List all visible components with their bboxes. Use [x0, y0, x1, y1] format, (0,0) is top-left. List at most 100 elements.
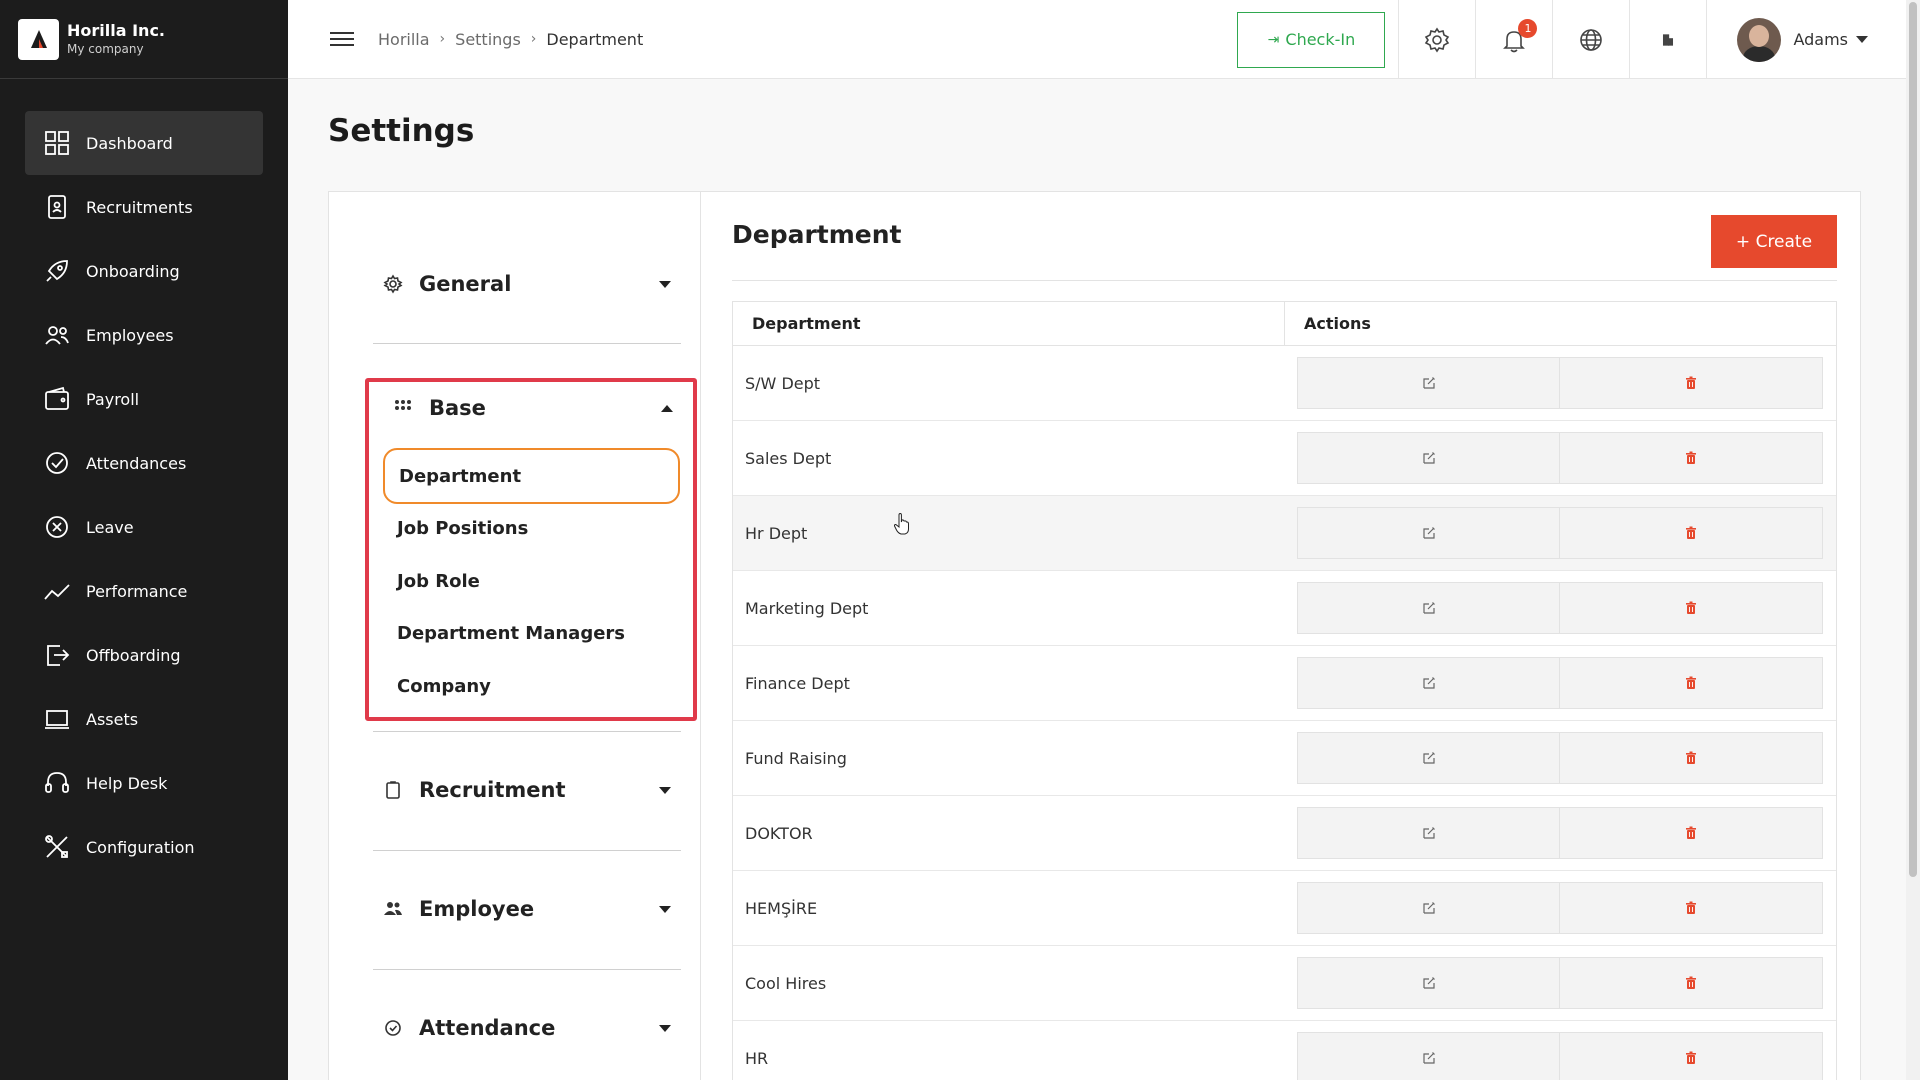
delete-button[interactable]	[1560, 882, 1823, 934]
clipboard-icon	[383, 780, 403, 800]
department-name: DOKTOR	[745, 823, 813, 843]
table-header: Department Actions	[733, 302, 1836, 346]
create-button[interactable]: + Create	[1711, 215, 1837, 268]
department-name: HEMŞİRE	[745, 898, 818, 918]
caret-down-icon	[1856, 36, 1868, 43]
edit-button[interactable]	[1297, 882, 1560, 934]
login-icon: ⇥	[1267, 31, 1280, 48]
row-actions	[1297, 882, 1823, 934]
company-subtitle: My company	[67, 42, 144, 56]
menu-icon[interactable]	[330, 27, 354, 51]
settings-section-recruitment[interactable]: Recruitment	[373, 770, 681, 810]
column-header-actions: Actions	[1304, 314, 1371, 333]
sidebar-item-dashboard[interactable]: Dashboard	[25, 111, 263, 175]
edit-button[interactable]	[1297, 807, 1560, 859]
sidebar-item-configuration[interactable]: Configuration	[25, 815, 263, 879]
chevron-right-icon: ›	[530, 31, 537, 47]
delete-button[interactable]	[1560, 432, 1823, 484]
sidebar-item-label: Assets	[86, 709, 139, 729]
edit-button[interactable]	[1297, 357, 1560, 409]
sidebar-item-offboarding[interactable]: Offboarding	[25, 623, 263, 687]
sidebar-item-recruitments[interactable]: Recruitments	[25, 175, 263, 239]
settings-section-employee[interactable]: Employee	[373, 889, 681, 929]
page-scrollbar[interactable]	[1906, 0, 1920, 1080]
settings-button[interactable]	[1398, 0, 1475, 79]
sidebar-item-label: Help Desk	[86, 773, 168, 793]
edit-icon	[1422, 376, 1436, 390]
edit-button[interactable]	[1297, 732, 1560, 784]
delete-button[interactable]	[1560, 357, 1823, 409]
table-row[interactable]: Marketing Dept	[733, 571, 1836, 646]
delete-button[interactable]	[1560, 807, 1823, 859]
edit-button[interactable]	[1297, 1032, 1560, 1080]
check-in-button[interactable]: ⇥ Check-In	[1237, 11, 1386, 68]
department-name: Cool Hires	[745, 973, 827, 993]
notifications-button[interactable]: 1	[1475, 0, 1552, 79]
delete-button[interactable]	[1560, 957, 1823, 1009]
edit-button[interactable]	[1297, 657, 1560, 709]
breadcrumb-settings[interactable]: Settings	[455, 30, 521, 49]
settings-item-job-positions[interactable]: Job Positions	[397, 518, 528, 539]
settings-section-attendance[interactable]: Attendance	[373, 1008, 681, 1048]
delete-button[interactable]	[1560, 582, 1823, 634]
brand[interactable]: Horilla Inc. My company	[0, 0, 288, 79]
department-name: Hr Dept	[745, 523, 808, 543]
edit-button[interactable]	[1297, 582, 1560, 634]
edit-button[interactable]	[1297, 432, 1560, 484]
sidebar-item-employees[interactable]: Employees	[25, 303, 263, 367]
sidebar-item-leave[interactable]: Leave	[25, 495, 263, 559]
table-row[interactable]: HR	[733, 1021, 1836, 1080]
department-name: S/W Dept	[745, 373, 821, 393]
table-row[interactable]: Sales Dept	[733, 421, 1836, 496]
caret-down-icon	[659, 280, 671, 288]
sidebar-item-help-desk[interactable]: Help Desk	[25, 751, 263, 815]
table-row[interactable]: HEMŞİRE	[733, 871, 1836, 946]
table-row[interactable]: Cool Hires	[733, 946, 1836, 1021]
sidebar-item-assets[interactable]: Assets	[25, 687, 263, 751]
breadcrumb-department: Department	[546, 29, 644, 49]
company-switch-button[interactable]	[1629, 0, 1706, 79]
settings-item-job-role[interactable]: Job Role	[397, 571, 480, 592]
sidebar-item-label: Dashboard	[86, 133, 173, 153]
delete-button[interactable]	[1560, 1032, 1823, 1080]
table-row[interactable]: Fund Raising	[733, 721, 1836, 796]
sidebar-item-label: Leave	[86, 517, 134, 537]
settings-section-general[interactable]: General	[373, 264, 681, 304]
edit-button[interactable]	[1297, 507, 1560, 559]
base-header[interactable]: Base	[383, 388, 683, 428]
edit-button[interactable]	[1297, 957, 1560, 1009]
scrollbar-thumb[interactable]	[1909, 2, 1917, 877]
row-actions	[1297, 432, 1823, 484]
sidebar: Horilla Inc. My company Dashboard Recrui…	[0, 0, 288, 1080]
table-row[interactable]: DOKTOR	[733, 796, 1836, 871]
wallet-icon	[42, 384, 72, 414]
divider	[373, 850, 681, 851]
row-actions	[1297, 357, 1823, 409]
table-row[interactable]: S/W Dept	[733, 346, 1836, 421]
sidebar-item-attendances[interactable]: Attendances	[25, 431, 263, 495]
sidebar-item-payroll[interactable]: Payroll	[25, 367, 263, 431]
delete-button[interactable]	[1560, 657, 1823, 709]
user-menu[interactable]: Adams	[1706, 0, 1906, 79]
settings-item-company[interactable]: Company	[397, 676, 491, 697]
sidebar-item-onboarding[interactable]: Onboarding	[25, 239, 263, 303]
exit-icon	[42, 640, 72, 670]
trash-icon	[1684, 826, 1698, 840]
settings-item-department[interactable]: Department	[383, 448, 680, 504]
divider	[373, 343, 681, 344]
language-button[interactable]	[1552, 0, 1629, 79]
breadcrumb: Horilla › Settings › Department	[378, 30, 643, 49]
delete-button[interactable]	[1560, 507, 1823, 559]
edit-icon	[1422, 826, 1436, 840]
sidebar-item-performance[interactable]: Performance	[25, 559, 263, 623]
department-name: Marketing Dept	[745, 598, 869, 618]
edit-icon	[1422, 751, 1436, 765]
avatar	[1737, 17, 1782, 62]
section-label-employee: Employee	[419, 897, 535, 921]
breadcrumb-horilla[interactable]: Horilla	[378, 30, 430, 49]
table-row[interactable]: Finance Dept	[733, 646, 1836, 721]
section-label-attendance: Attendance	[419, 1016, 556, 1040]
laptop-icon	[42, 704, 72, 734]
settings-item-department-managers[interactable]: Department Managers	[397, 623, 625, 644]
delete-button[interactable]	[1560, 732, 1823, 784]
